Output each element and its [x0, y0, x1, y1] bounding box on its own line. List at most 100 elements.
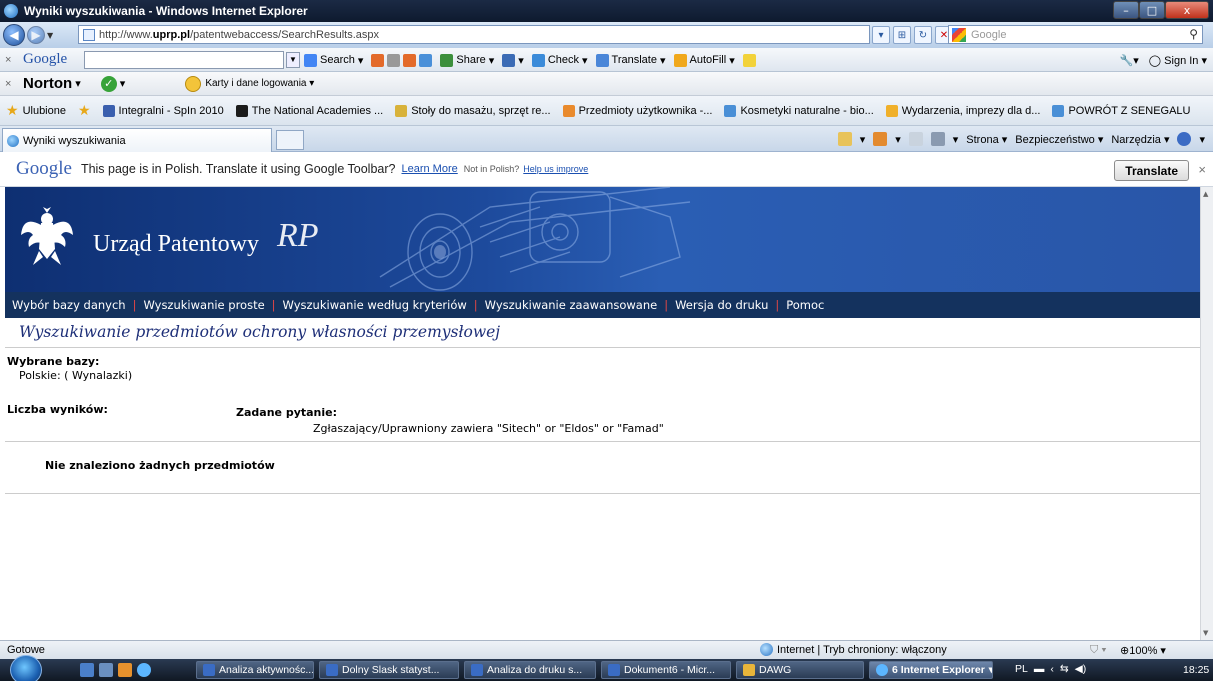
- switch-windows-icon[interactable]: [99, 663, 113, 677]
- vertical-scrollbar[interactable]: ▲ ▼: [1200, 187, 1213, 640]
- print-dropdown-icon[interactable]: ▾: [953, 133, 959, 146]
- scroll-up-icon[interactable]: ▲: [1203, 190, 1208, 198]
- favorite-link[interactable]: The National Academies ...: [235, 104, 383, 117]
- task-label: Analiza aktywnośc...: [219, 664, 314, 676]
- back-button[interactable]: ◀: [3, 24, 25, 46]
- zone-label: Internet | Tryb chroniony: włączony: [777, 643, 947, 656]
- feeds-dropdown-icon[interactable]: ▾: [895, 133, 901, 146]
- page-menu[interactable]: Strona ▾: [966, 133, 1007, 146]
- norton-dropdown-icon[interactable]: ▾: [72, 77, 81, 90]
- google-extra-icons[interactable]: [371, 53, 433, 67]
- word-icon: [471, 664, 483, 676]
- favorite-link[interactable]: Wydarzenia, imprezy dla d...: [885, 104, 1040, 117]
- close-translate-icon[interactable]: ×: [1198, 162, 1206, 177]
- identity-safe-icon[interactable]: [185, 75, 202, 92]
- highlight-button[interactable]: [742, 53, 756, 67]
- tray-expand-icon[interactable]: ‹: [1050, 663, 1054, 675]
- autofill-button[interactable]: AutoFill ▾: [673, 53, 735, 67]
- protected-mode-icon[interactable]: ⛉ ▾: [1090, 644, 1107, 657]
- tab-search-results[interactable]: Wyniki wyszukiwania: [2, 128, 272, 152]
- keyboard-icon[interactable]: ▬: [1034, 663, 1045, 675]
- karty-button[interactable]: Karty i dane logowania ▾: [205, 78, 314, 89]
- ie-quicklaunch-icon[interactable]: [137, 663, 151, 677]
- menu-simple-search[interactable]: Wyszukiwanie proste: [136, 298, 271, 312]
- close-norton-icon[interactable]: ×: [5, 78, 19, 90]
- google-toolbar: × Google ▼ Search ▾ Share ▾ ▾ Check ▾ Tr…: [0, 48, 1213, 72]
- tools-menu[interactable]: Narzędzia ▾: [1111, 133, 1169, 146]
- mail-icon[interactable]: [908, 132, 923, 146]
- translate-button[interactable]: Translate: [1114, 160, 1189, 181]
- language-indicator[interactable]: PL: [1015, 663, 1028, 675]
- autofill-icon: [673, 53, 687, 67]
- favorite-link[interactable]: Stoły do masażu, sprzęt re...: [395, 104, 551, 117]
- norton-logo[interactable]: Norton: [23, 75, 72, 92]
- help-icon[interactable]: [1177, 132, 1192, 146]
- clock[interactable]: 18:25: [1183, 664, 1209, 676]
- history-dropdown-icon[interactable]: ▼: [47, 31, 53, 40]
- home-icon[interactable]: [837, 132, 852, 146]
- favorite-link[interactable]: Przedmioty użytkownika -...: [562, 104, 712, 117]
- feeds-icon[interactable]: [873, 132, 888, 146]
- search-icon[interactable]: ⚲: [1189, 27, 1198, 41]
- google-toolbar-items: Search ▾ Share ▾ ▾ Check ▾ Translate ▾ A…: [304, 48, 756, 72]
- check-button[interactable]: Check ▾: [531, 53, 588, 67]
- menu-print-version[interactable]: Wersja do druku: [668, 298, 775, 312]
- menu-database[interactable]: Wybór bazy danych: [5, 298, 133, 312]
- minimize-button[interactable]: –: [1113, 1, 1139, 19]
- taskbar-item-ie[interactable]: 6 Internet Explorer ▾: [869, 661, 993, 679]
- menu-help[interactable]: Pomoc: [779, 298, 831, 312]
- search-box[interactable]: Google ⚲: [948, 25, 1203, 44]
- favicon-icon: [885, 104, 898, 117]
- google-search-button[interactable]: Search ▾: [304, 53, 363, 67]
- help-improve-link[interactable]: Help us improve: [523, 164, 588, 174]
- google-dropdown-icon[interactable]: ▼: [286, 52, 300, 68]
- compatibility-icon[interactable]: ⊞: [893, 26, 911, 44]
- maximize-button[interactable]: □: [1139, 1, 1165, 19]
- taskbar-item[interactable]: Dolny Slask statyst...: [319, 661, 459, 679]
- zoom-control[interactable]: ⊕100% ▾: [1120, 644, 1166, 657]
- safety-menu[interactable]: Bezpieczeństwo ▾: [1015, 133, 1103, 146]
- menu-advanced-search[interactable]: Wyszukiwanie zaawansowane: [478, 298, 665, 312]
- taskbar-item[interactable]: Dokument6 - Micr...: [601, 661, 731, 679]
- network-icon[interactable]: ⇆: [1060, 663, 1069, 675]
- wrench-icon[interactable]: 🔧▾: [1120, 54, 1139, 67]
- taskbar-item[interactable]: Analiza do druku s...: [464, 661, 596, 679]
- menu-criteria-search[interactable]: Wyszukiwanie według kryteriów: [276, 298, 474, 312]
- google-toolbar-input[interactable]: [84, 51, 284, 69]
- refresh-icon[interactable]: ↻: [914, 26, 932, 44]
- signin-button[interactable]: ◯ Sign In ▾: [1149, 54, 1207, 67]
- results-count-label: Liczba wyników:: [7, 403, 108, 416]
- home-dropdown-icon[interactable]: ▾: [860, 133, 866, 146]
- url-field[interactable]: http://www. uprp.pl/patentwebaccess/Searc…: [78, 25, 870, 44]
- scroll-down-icon[interactable]: ▼: [1203, 629, 1208, 637]
- sidewiki-button[interactable]: ▾: [502, 53, 524, 67]
- security-zone[interactable]: Internet | Tryb chroniony: włączony: [760, 643, 947, 656]
- add-favorite-button[interactable]: ★: [78, 102, 91, 119]
- translate-message: This page is in Polish. Translate it usi…: [80, 162, 396, 176]
- compat-view-icon[interactable]: ▾: [872, 26, 890, 44]
- taskbar-item[interactable]: DAWG: [736, 661, 864, 679]
- show-desktop-icon[interactable]: [80, 663, 94, 677]
- norton-safe-dropdown-icon[interactable]: ▾: [117, 77, 126, 90]
- forward-button[interactable]: ▶: [27, 26, 45, 44]
- star-icon: ★: [6, 102, 19, 118]
- favorites-button[interactable]: ★ Ulubione: [6, 102, 66, 119]
- print-icon[interactable]: [930, 132, 945, 146]
- new-tab-button[interactable]: [276, 130, 304, 150]
- favorite-link[interactable]: Integralni - SpIn 2010: [102, 104, 224, 117]
- close-window-button[interactable]: x: [1165, 1, 1209, 19]
- learn-more-link[interactable]: Learn More: [401, 163, 457, 175]
- translate-toolbar-button[interactable]: Translate ▾: [595, 53, 666, 67]
- media-player-icon[interactable]: [118, 663, 132, 677]
- volume-icon[interactable]: ◀): [1075, 663, 1087, 675]
- start-button[interactable]: [10, 655, 42, 681]
- share-button[interactable]: Share ▾: [440, 53, 494, 67]
- favorite-link[interactable]: POWRÓT Z SENEGALU: [1052, 104, 1191, 117]
- norton-safe-icon[interactable]: ✓: [100, 75, 117, 92]
- highlighter-icon: [742, 53, 756, 67]
- favicon-icon: [235, 104, 248, 117]
- help-dropdown-icon[interactable]: ▾: [1199, 133, 1205, 146]
- favorite-link[interactable]: Kosmetyki naturalne - bio...: [724, 104, 874, 117]
- taskbar-item[interactable]: Analiza aktywnośc...: [196, 661, 314, 679]
- close-toolbar-icon[interactable]: ×: [5, 54, 19, 66]
